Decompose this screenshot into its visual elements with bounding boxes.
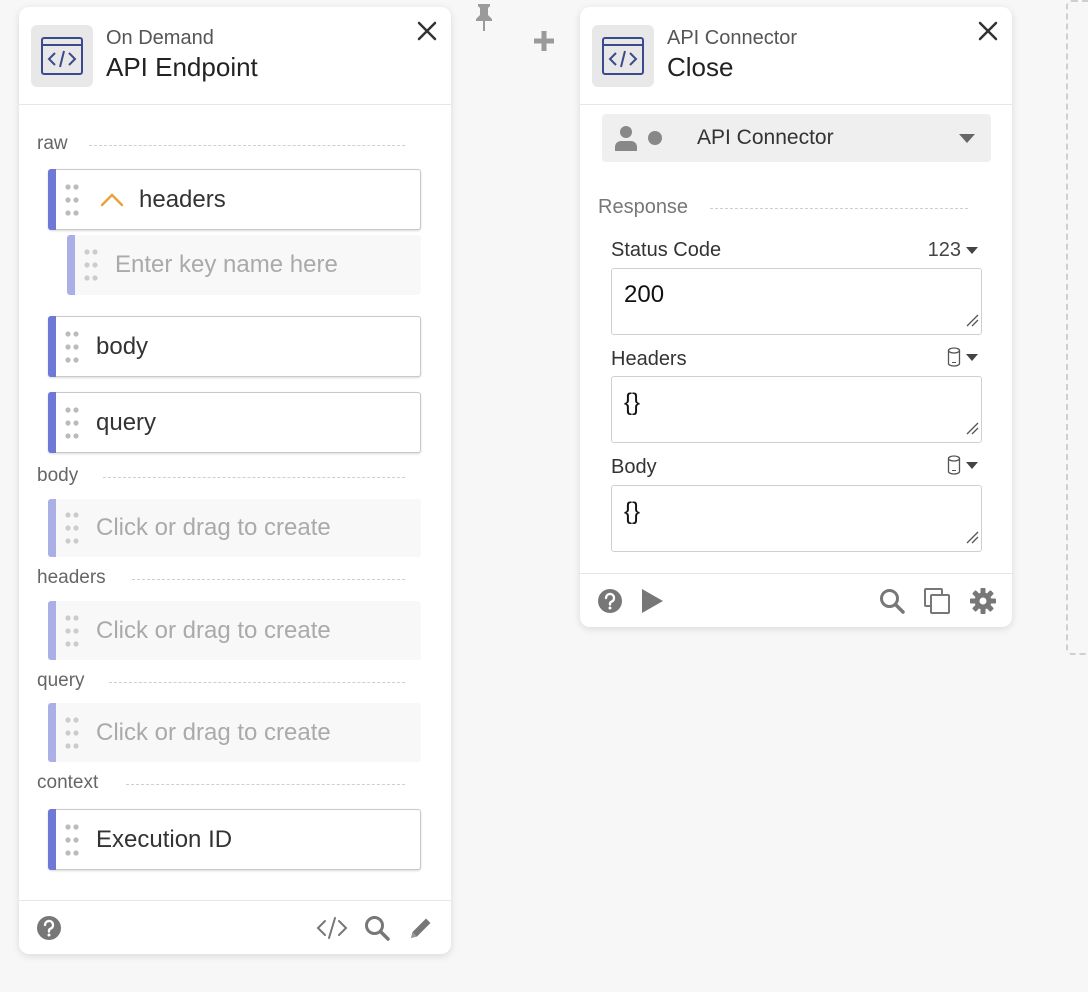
create-placeholder: Click or drag to create xyxy=(96,616,331,644)
caret-down-icon xyxy=(966,461,978,469)
close-icon[interactable] xyxy=(976,19,1000,43)
create-placeholder: Click or drag to create xyxy=(96,514,331,541)
field-label: headers xyxy=(139,185,226,213)
search-icon[interactable] xyxy=(363,914,391,942)
drag-handle-icon[interactable] xyxy=(65,406,79,440)
query-create-slot[interactable]: Click or drag to create xyxy=(48,703,421,762)
section-divider xyxy=(710,208,968,209)
drag-handle-icon[interactable] xyxy=(65,823,79,857)
chevron-up-icon[interactable] xyxy=(100,192,124,208)
status-code-type-select[interactable]: 123 xyxy=(928,239,979,262)
card-subtitle: API Connector xyxy=(667,27,798,49)
card-header: API Connector Close xyxy=(580,7,1012,105)
user-icon xyxy=(615,126,637,151)
field-label: body xyxy=(96,332,149,360)
section-divider xyxy=(109,682,405,683)
status-code-label: Status Code xyxy=(611,239,722,261)
response-label: Response xyxy=(598,196,689,218)
drag-handle-icon[interactable] xyxy=(65,511,79,545)
section-divider xyxy=(126,784,405,785)
api-connector-card: API Connector Close API Connector Respon… xyxy=(580,7,1012,627)
headers-input[interactable]: {} xyxy=(611,376,982,443)
pin-icon[interactable] xyxy=(472,2,496,32)
section-divider xyxy=(132,579,405,580)
drag-handle-icon[interactable] xyxy=(65,183,79,217)
code-icon xyxy=(592,25,654,87)
card-subtitle: On Demand xyxy=(106,27,214,49)
drag-handle-icon[interactable] xyxy=(65,330,79,364)
card-footer xyxy=(19,900,451,954)
key-name-placeholder: Enter key name here xyxy=(115,251,338,278)
type-number-label: 123 xyxy=(927,239,961,261)
raw-query-field[interactable]: query xyxy=(48,392,421,453)
connector-select-value: API Connector xyxy=(697,126,834,149)
card-title: Close xyxy=(667,52,734,82)
connector-select[interactable]: API Connector xyxy=(602,114,991,162)
play-icon[interactable] xyxy=(638,587,666,615)
body-label: Body xyxy=(611,456,657,478)
create-placeholder: Click or drag to create xyxy=(96,718,331,746)
card-footer xyxy=(580,573,1012,627)
section-label-headers: headers xyxy=(37,567,106,588)
execution-id-field[interactable]: Execution ID xyxy=(48,809,421,870)
raw-headers-field[interactable]: headers xyxy=(48,169,421,230)
help-icon[interactable] xyxy=(35,914,63,942)
help-icon[interactable] xyxy=(596,587,624,615)
drop-zone-edge xyxy=(1066,0,1088,655)
status-dot-icon xyxy=(648,131,662,145)
section-label-raw: raw xyxy=(37,133,68,154)
card-title: API Endpoint xyxy=(106,52,258,82)
raw-body-field[interactable]: body xyxy=(48,316,421,377)
drag-handle-icon[interactable] xyxy=(84,248,98,282)
section-label-query: query xyxy=(37,670,85,691)
database-icon xyxy=(947,347,961,367)
body-create-slot[interactable]: Click or drag to create xyxy=(48,499,421,557)
headers-create-slot[interactable]: Click or drag to create xyxy=(48,601,421,660)
api-endpoint-card: On Demand API Endpoint raw headers Enter… xyxy=(19,7,451,954)
card-header: On Demand API Endpoint xyxy=(19,7,451,105)
database-icon xyxy=(947,455,961,475)
drag-handle-icon[interactable] xyxy=(65,614,79,648)
body-type-select[interactable] xyxy=(947,455,979,475)
plus-icon[interactable] xyxy=(533,30,555,52)
code-icon xyxy=(31,25,93,87)
code-icon[interactable] xyxy=(316,914,348,942)
copy-icon[interactable] xyxy=(923,587,951,615)
section-divider xyxy=(89,145,405,146)
gear-icon[interactable] xyxy=(969,587,997,615)
section-label-body: body xyxy=(37,465,79,486)
field-label: Execution ID xyxy=(96,825,233,853)
close-icon[interactable] xyxy=(415,19,439,43)
search-icon[interactable] xyxy=(878,587,906,615)
field-label: query xyxy=(96,408,157,436)
section-divider xyxy=(103,477,405,478)
headers-label: Headers xyxy=(611,348,687,370)
caret-down-icon xyxy=(966,353,978,361)
drag-handle-icon[interactable] xyxy=(65,716,79,750)
caret-down-icon xyxy=(966,247,978,254)
headers-type-select[interactable] xyxy=(947,347,979,367)
section-label-context: context xyxy=(37,772,99,793)
body-input[interactable]: {} xyxy=(611,485,982,552)
caret-down-icon[interactable] xyxy=(958,133,976,144)
pencil-icon[interactable] xyxy=(407,914,435,942)
status-code-input[interactable]: 200 xyxy=(611,268,982,335)
key-name-input[interactable]: Enter key name here xyxy=(67,235,421,295)
